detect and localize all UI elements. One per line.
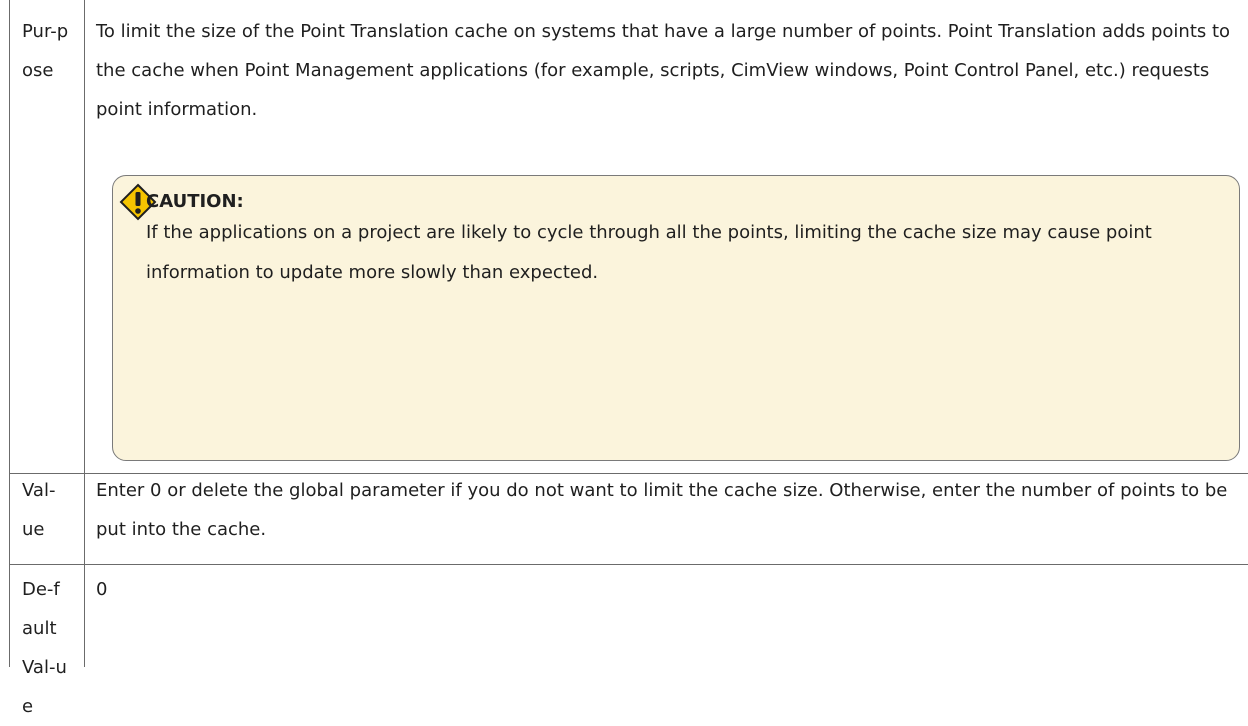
row-content-value: Enter 0 or delete the global parameter i… <box>96 480 1228 540</box>
row-content-default-value: 0 <box>96 579 108 600</box>
left-border <box>9 0 10 667</box>
caution-text: If the applications on a project are lik… <box>146 222 1152 283</box>
row-label-value: Val-ue <box>22 480 56 540</box>
column-divider <box>84 0 85 667</box>
caution-title: CAUTION: <box>146 191 244 212</box>
caution-box: CAUTION: If the applications on a projec… <box>112 175 1240 461</box>
row-label-purpose: Pur-pose <box>22 21 69 81</box>
row-label-default-value: De-fault Val-ue <box>22 579 67 717</box>
row-divider-2 <box>9 564 1248 565</box>
row-content-purpose: To limit the size of the Point Translati… <box>96 21 1231 120</box>
